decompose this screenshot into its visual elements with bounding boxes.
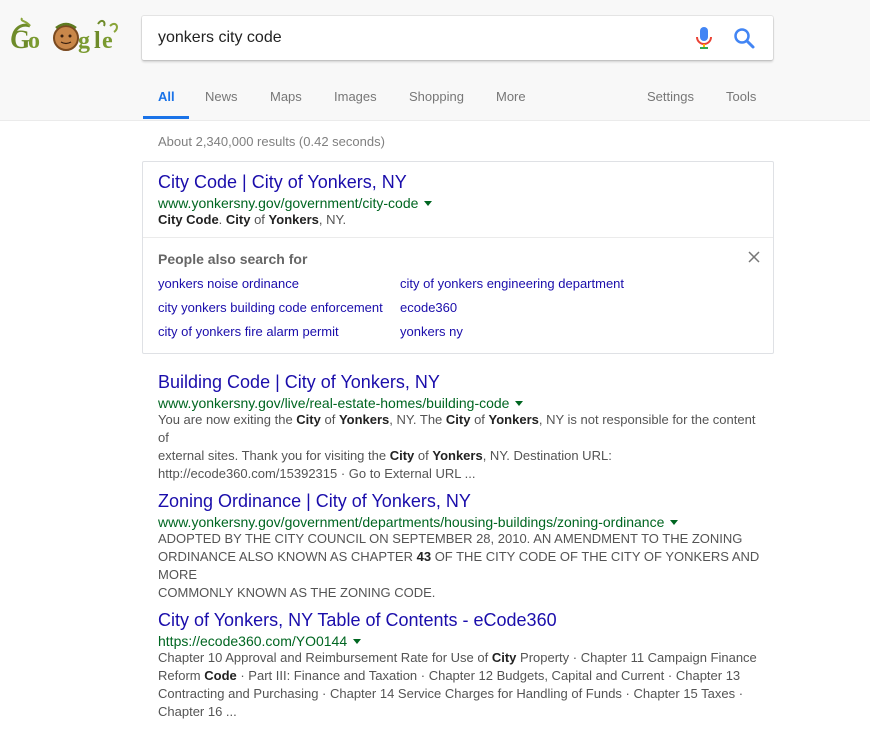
snippet-line: ADOPTED BY THE CITY COUNCIL ON SEPTEMBER… (158, 530, 768, 548)
result-snippet: City Code. City of Yonkers, NY. (158, 211, 432, 229)
snippet-text: Contracting and Purchasing · Chapter 14 … (158, 686, 744, 701)
snippet-highlight: Code (204, 668, 237, 683)
active-tab-indicator (143, 116, 189, 119)
dropdown-arrow-icon[interactable] (670, 520, 679, 525)
result-url[interactable]: www.yonkersny.gov/live/real-estate-homes… (158, 395, 509, 411)
svg-text:o: o (28, 28, 40, 54)
result-title[interactable]: Zoning Ordinance | City of Yonkers, NY (158, 491, 768, 512)
featured-result: City Code | City of Yonkers, NY www.yonk… (158, 172, 433, 229)
result-snippet: You are now exiting the City of Yonkers,… (158, 411, 768, 483)
result-snippet: Chapter 10 Approval and Reimbursement Ra… (158, 649, 768, 721)
snippet-text: , NY. The (389, 412, 446, 427)
snippet-line: COMMONLY KNOWN AS THE ZONING CODE. (158, 584, 768, 602)
snippet-highlight: Yonkers (268, 212, 319, 227)
result-stats: About 2,340,000 results (0.42 seconds) (158, 134, 385, 149)
header: G o g l e All News Maps Images Shopping … (0, 0, 870, 121)
snippet-text: . (218, 212, 226, 227)
snippet-highlight: Yonkers (432, 448, 483, 463)
svg-text:g: g (78, 28, 90, 54)
microphone-icon[interactable] (694, 26, 714, 50)
result-title[interactable]: City of Yonkers, NY Table of Contents - … (158, 610, 768, 631)
snippet-text: http://ecode360.com/15392315 · Go to Ext… (158, 466, 476, 481)
close-icon[interactable] (747, 250, 761, 264)
snippet-text: COMMONLY KNOWN AS THE ZONING CODE. (158, 585, 436, 600)
snippet-text: of (414, 448, 433, 463)
tab-shopping[interactable]: Shopping (409, 89, 464, 104)
snippet-line: http://ecode360.com/15392315 · Go to Ext… (158, 465, 768, 483)
snippet-line: external sites. Thank you for visiting t… (158, 447, 768, 465)
result-url-line: www.yonkersny.gov/live/real-estate-homes… (158, 395, 768, 411)
snippet-text: of (470, 412, 489, 427)
snippet-text: · Part III: Finance and Taxation · Chapt… (236, 668, 741, 683)
result-title[interactable]: City Code | City of Yonkers, NY (158, 172, 432, 193)
result-url[interactable]: https://ecode360.com/YO0144 (158, 633, 347, 649)
snippet-line: Chapter 16 ... (158, 703, 768, 721)
svg-text:l: l (94, 28, 101, 54)
snippet-highlight: 43 (416, 549, 432, 564)
result-url[interactable]: www.yonkersny.gov/government/city-code (158, 195, 418, 211)
tab-news[interactable]: News (205, 89, 238, 104)
svg-text:e: e (102, 28, 113, 54)
featured-result-card: City Code | City of Yonkers, NY www.yonk… (142, 161, 774, 354)
tab-maps[interactable]: Maps (270, 89, 302, 104)
tab-more[interactable]: More (496, 89, 526, 104)
result-url-line: www.yonkersny.gov/government/city-code (158, 195, 433, 211)
tab-images[interactable]: Images (334, 89, 377, 104)
search-icon[interactable] (732, 26, 756, 50)
snippet-highlight: City (389, 448, 415, 463)
snippet-text: of (250, 212, 269, 227)
google-doodle-logo[interactable]: G o g l e (6, 14, 122, 58)
snippet-highlight: City (225, 212, 251, 227)
snippet-highlight: Yonkers (338, 412, 390, 427)
snippet-text: , NY. Destination URL: (482, 448, 612, 463)
related-search-link[interactable]: city of yonkers engineering department (400, 276, 624, 291)
result-url-line: www.yonkersny.gov/government/departments… (158, 514, 768, 530)
snippet-highlight: City (445, 412, 471, 427)
snippet-highlight: City (491, 650, 517, 665)
snippet-text: Reform (158, 668, 205, 683)
people-also-search-title: People also search for (158, 251, 308, 267)
snippet-highlight: Yonkers (488, 412, 539, 427)
search-result: Building Code | City of Yonkers, NY www.… (158, 372, 768, 483)
divider (143, 237, 773, 238)
result-url-line: https://ecode360.com/YO0144 (158, 633, 768, 649)
tab-settings[interactable]: Settings (647, 89, 694, 104)
search-result: Zoning Ordinance | City of Yonkers, NY w… (158, 491, 768, 602)
result-url[interactable]: www.yonkersny.gov/government/departments… (158, 514, 664, 530)
snippet-text: ORDINANCE ALSO KNOWN AS CHAPTER (158, 549, 417, 564)
snippet-line: Contracting and Purchasing · Chapter 14 … (158, 685, 768, 703)
snippet-text: You are now exiting the (158, 412, 297, 427)
snippet-line: Reform Code · Part III: Finance and Taxa… (158, 667, 768, 685)
tab-all[interactable]: All (158, 89, 175, 104)
snippet-text: Chapter 16 ... (158, 704, 237, 719)
search-tabs: All News Maps Images Shopping More Setti… (0, 86, 870, 120)
snippet-text: of (320, 412, 339, 427)
search-input[interactable] (158, 16, 678, 60)
snippet-line: Chapter 10 Approval and Reimbursement Ra… (158, 649, 768, 667)
snippet-text: Property · Chapter 11 Campaign Finance (516, 650, 757, 665)
search-box (142, 16, 773, 60)
related-search-link[interactable]: ecode360 (400, 300, 457, 315)
related-search-link[interactable]: yonkers ny (400, 324, 463, 339)
related-search-link[interactable]: city of yonkers fire alarm permit (158, 324, 339, 339)
related-search-link[interactable]: city yonkers building code enforcement (158, 300, 383, 315)
dropdown-arrow-icon[interactable] (424, 201, 433, 206)
snippet-line: You are now exiting the City of Yonkers,… (158, 411, 768, 447)
tab-tools[interactable]: Tools (726, 89, 756, 104)
dropdown-arrow-icon[interactable] (353, 639, 362, 644)
result-title[interactable]: Building Code | City of Yonkers, NY (158, 372, 768, 393)
snippet-highlight: City (296, 412, 321, 427)
snippet-text: , NY. (318, 212, 347, 227)
dropdown-arrow-icon[interactable] (515, 401, 524, 406)
snippet-line: ORDINANCE ALSO KNOWN AS CHAPTER 43 OF TH… (158, 548, 768, 584)
snippet-text: ADOPTED BY THE CITY COUNCIL ON SEPTEMBER… (158, 531, 743, 546)
search-result: City of Yonkers, NY Table of Contents - … (158, 610, 768, 721)
result-snippet: ADOPTED BY THE CITY COUNCIL ON SEPTEMBER… (158, 530, 768, 602)
related-search-link[interactable]: yonkers noise ordinance (158, 276, 299, 291)
snippet-highlight: City Code (158, 212, 219, 227)
snippet-text: external sites. Thank you for visiting t… (158, 448, 390, 463)
snippet-text: Chapter 10 Approval and Reimbursement Ra… (158, 650, 492, 665)
